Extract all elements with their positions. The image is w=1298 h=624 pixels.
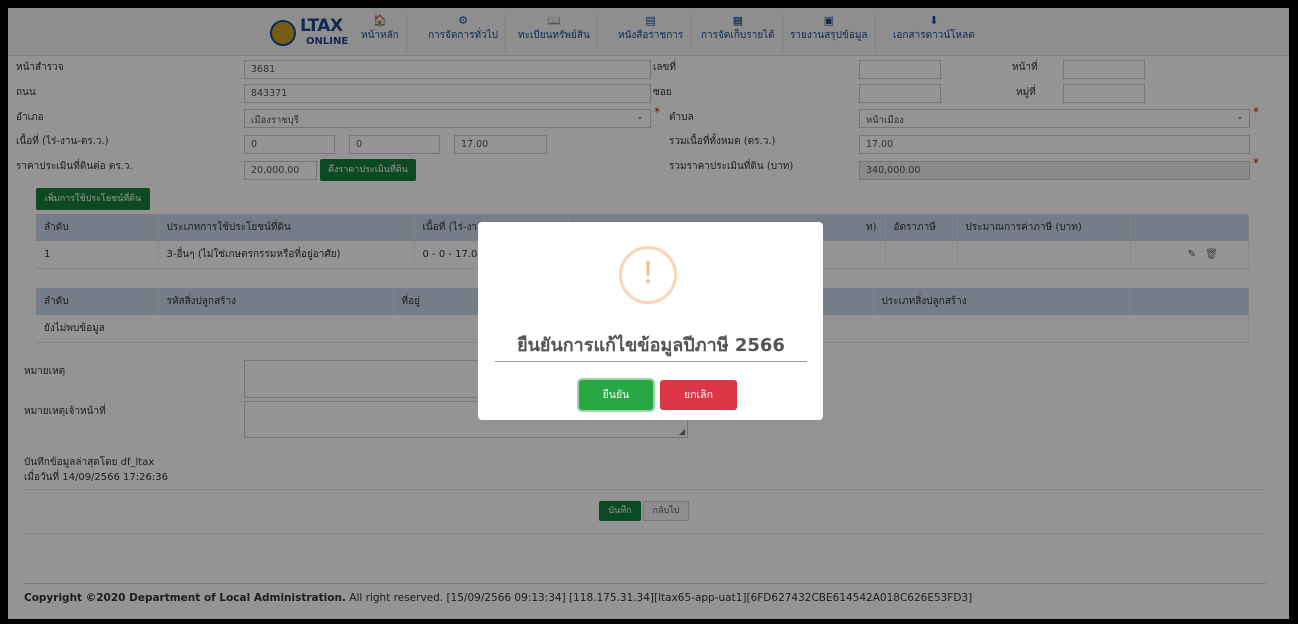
cancel-button[interactable]: ยกเลิก: [660, 380, 737, 410]
confirm-button[interactable]: ยืนยัน: [579, 380, 653, 410]
warning-icon: !: [619, 246, 677, 304]
confirm-dialog: ! ยืนยันการแก้ไขข้อมูลปีภาษี 2566 ยืนยัน…: [478, 222, 823, 420]
app-window: LTAX ONLINE 🏠 หน้าหลัก ⚙ การจัดการทั่วไป…: [8, 8, 1289, 619]
dialog-title: ยืนยันการแก้ไขข้อมูลปีภาษี 2566: [495, 330, 807, 362]
exclamation-icon: !: [641, 256, 655, 291]
